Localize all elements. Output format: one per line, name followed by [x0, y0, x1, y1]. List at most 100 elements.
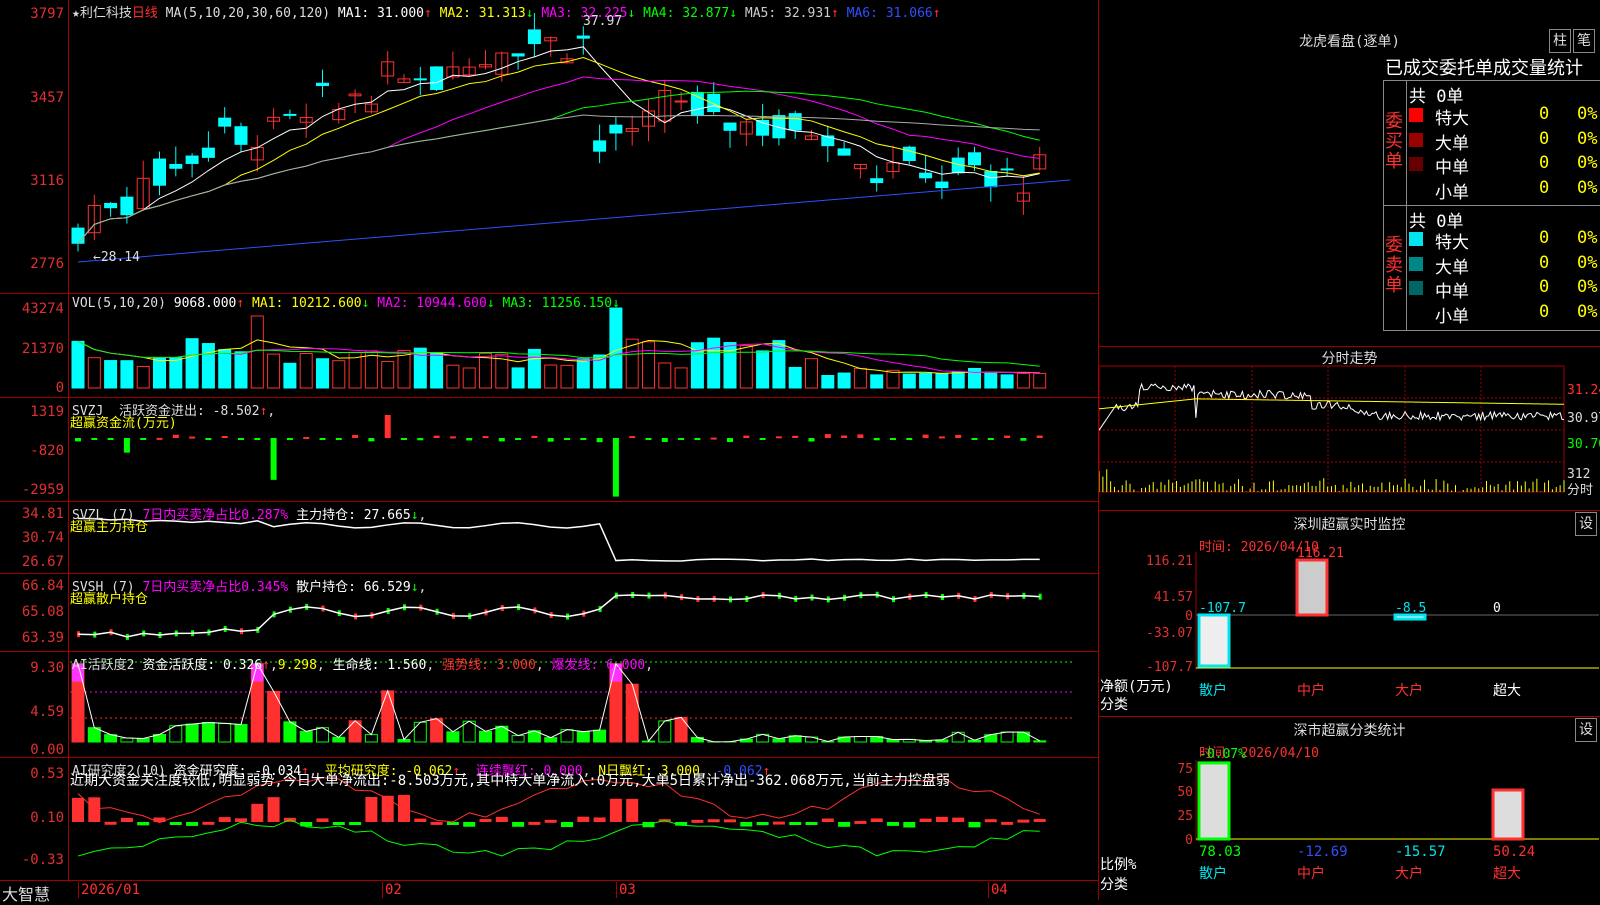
candle-body [969, 153, 981, 165]
price-tick: 2776 [0, 256, 64, 272]
activity-bar [577, 732, 589, 742]
candle-body [936, 182, 948, 188]
price-panel[interactable]: ★利仁科技日线 MA(5,10,20,30,60,120) MA1: 31.00… [0, 0, 1098, 294]
volume-bar [251, 316, 263, 388]
candle-body [414, 79, 426, 80]
fund-flow-bar [972, 438, 978, 440]
volume-bar [137, 366, 149, 388]
volume-bar [659, 363, 671, 388]
x-date-label: 2026/01 [78, 882, 140, 898]
candle-body [789, 114, 801, 130]
volume-bar [1001, 375, 1013, 388]
tick-mode-button[interactable]: 笔 [1573, 29, 1595, 53]
indicator-item: MA1: 10212.600 [252, 296, 362, 311]
activity-bar [300, 731, 312, 742]
volume-bar [105, 361, 117, 388]
lhb-title: 龙虎看盘(逐单) [1099, 31, 1600, 51]
szc-value: -15.57 [1395, 844, 1446, 860]
research-bar [512, 822, 524, 827]
szc-bar [1199, 763, 1229, 839]
szm-bar [1297, 560, 1327, 615]
fund-flow-bar [809, 438, 815, 441]
ai1-item2: 9.298 [278, 658, 317, 673]
candle-body [691, 92, 703, 115]
activity-bar [382, 691, 394, 742]
order-stat-row: 特大00% [1409, 228, 1599, 250]
activity-bar [626, 684, 638, 742]
volume-bar [154, 357, 166, 388]
research-bar [105, 822, 117, 825]
order-stat-row: 特大00% [1409, 104, 1599, 126]
indicator-item: MA6: 31.066 [847, 6, 933, 21]
fund-flow-bar [401, 438, 407, 440]
order-count: 0 [1539, 153, 1549, 173]
candle-body [724, 123, 736, 130]
svsh-panel[interactable]: SVSH (7) 7日内买卖净占比0.345% 散户持仓: 66.529↓, 超… [0, 574, 1098, 652]
volume-header: VOL(5,10,20) 9068.000↑ MA1: 10212.600↓ M… [72, 296, 620, 311]
fund-flow-bar [91, 438, 97, 440]
szc-tick: 25 [1177, 809, 1193, 824]
ma3-line [78, 77, 1040, 243]
svzj-tick: -820 [0, 443, 64, 459]
main-holding-line [78, 518, 1040, 561]
fund-flow-bar [466, 438, 472, 440]
activity-bar [659, 721, 671, 742]
fund-flow-bar [890, 438, 896, 440]
ai1-tick: 0.00 [0, 742, 64, 758]
research-bar [349, 822, 361, 825]
ai-research-panel[interactable]: AI研究度2(10) 资金研究度: -0.034↑, 平均研究度: -0.062… [0, 758, 1098, 880]
intraday-chart: 31.2430.9730.70312分时 [1099, 346, 1600, 510]
research-bar [985, 819, 997, 822]
bar-mode-button[interactable]: 柱 [1549, 29, 1571, 53]
svsh-tick: 65.08 [0, 604, 64, 620]
fund-flow-bar [694, 438, 700, 440]
volume-bar [463, 368, 475, 388]
vol-ma-items: MA1: 10212.600↓ MA2: 10944.600↓ MA3: 112… [252, 296, 620, 311]
candle-body [1001, 169, 1013, 170]
ai-activity-panel[interactable]: AI活跃度2 资金活跃度: 0.326↑,9.298, 生命线: 1.560, … [0, 652, 1098, 758]
volume-bar [806, 359, 818, 388]
szc-tick: 50 [1177, 785, 1193, 800]
szm-value: -8.5 [1395, 601, 1426, 616]
research-bar [300, 822, 312, 826]
order-percent: 0% [1577, 228, 1597, 248]
order-type-label: 大单 [1435, 129, 1469, 154]
indicator-arrow: ↑ [831, 6, 839, 21]
intraday-price-line [1099, 384, 1564, 430]
activity-bar [414, 722, 426, 742]
volume-bar [822, 375, 834, 388]
price-header: ★利仁科技日线 MA(5,10,20,30,60,120) MA1: 31.00… [72, 2, 941, 21]
research-bar [626, 799, 638, 822]
order-percent: 0% [1577, 253, 1597, 273]
intraday-price-tick: 31.24 [1567, 383, 1600, 398]
candle-body [235, 127, 247, 145]
fund-flow-bar [776, 436, 782, 438]
svzl-panel[interactable]: SVZL (7) 7日内买卖净占比0.287% 主力持仓: 27.665↓, 超… [0, 502, 1098, 574]
svzj-panel[interactable]: SVZJ 活跃资金进出: -8.502↑, 超赢资金流(万元) [0, 398, 1098, 502]
fund-flow-bar [205, 438, 211, 440]
volume-panel[interactable]: VOL(5,10,20) 9068.000↑ MA1: 10212.600↓ M… [0, 294, 1098, 398]
fund-flow-bar [254, 438, 260, 440]
activity-bar [1001, 732, 1013, 742]
volume-bar [985, 373, 997, 388]
activity-bar [545, 738, 557, 742]
szc-category: 超大 [1493, 866, 1521, 882]
research-bar [887, 822, 899, 826]
order-type-label: 小单 [1435, 302, 1469, 327]
volume-bar [561, 365, 573, 388]
fund-flow-bar [646, 438, 652, 440]
volume-bar [121, 361, 133, 388]
volume-bar [202, 344, 214, 388]
order-type-label: 中单 [1435, 277, 1469, 302]
szc-category: 中户 [1297, 865, 1325, 882]
candle-body [985, 172, 997, 187]
activity-bar [447, 732, 459, 742]
volume-bar [219, 350, 231, 388]
szm-value: -107.7 [1199, 601, 1246, 616]
fund-flow-bar [597, 438, 603, 442]
research-bar [1017, 820, 1029, 823]
activity-bar [333, 737, 345, 742]
fund-flow-bar [320, 438, 326, 440]
activity-bar [854, 737, 866, 742]
candle-body [72, 228, 84, 243]
